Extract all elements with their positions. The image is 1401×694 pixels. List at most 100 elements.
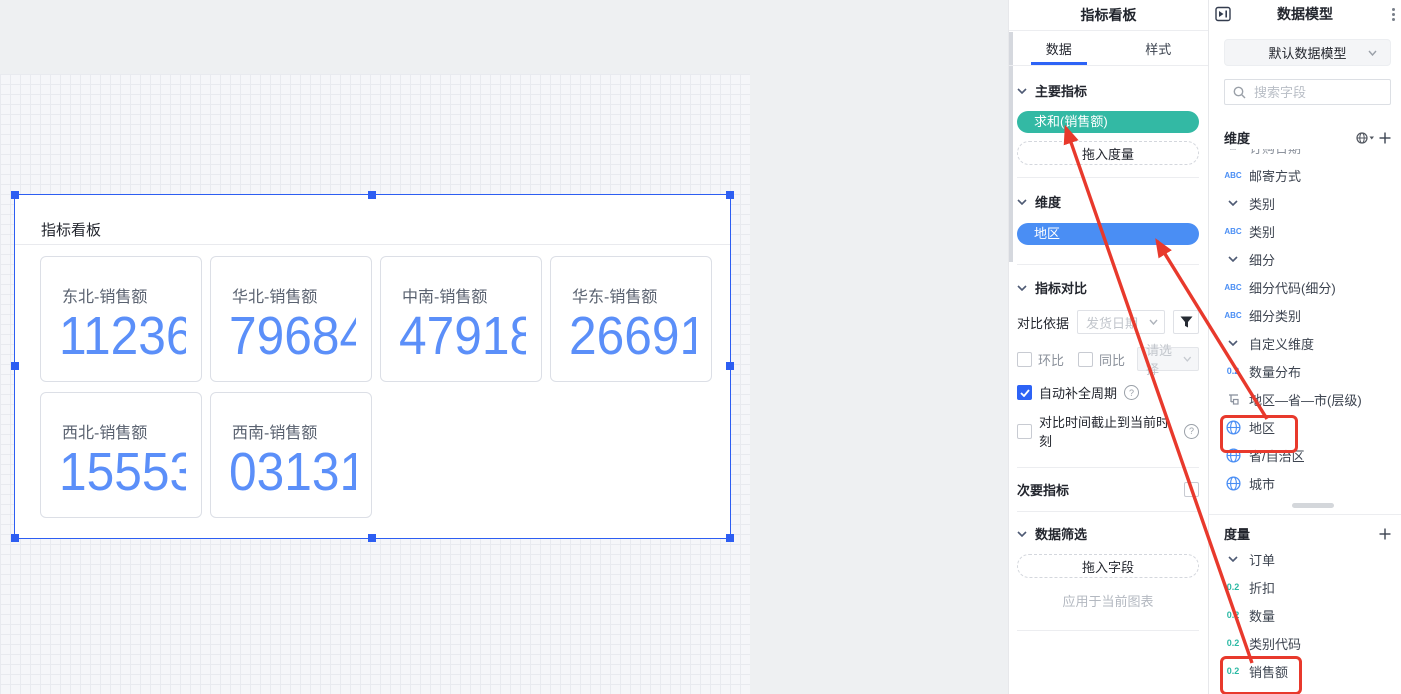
check-icon (1020, 389, 1030, 397)
field-label: 订购日期 (1249, 149, 1301, 157)
kpi-card[interactable]: 华东-销售额 26691 (550, 256, 712, 382)
primary-metric-pill[interactable]: 求和(销售额) (1017, 111, 1199, 133)
cutoff-label: 对比时间截止到当前时刻 (1039, 412, 1177, 450)
wow-checkbox[interactable] (1017, 352, 1032, 367)
tab-style[interactable]: 样式 (1109, 31, 1209, 65)
collapse-panel-icon[interactable] (1215, 6, 1231, 22)
compare-filter-button[interactable] (1173, 310, 1199, 334)
text-field-icon: ABC (1224, 311, 1242, 320)
settings-panel-title: 指标看板 (1009, 0, 1208, 31)
model-selector[interactable]: 默认数据模型 (1224, 39, 1391, 66)
field-group-row[interactable]: 类别 (1209, 189, 1401, 217)
kpi-card-value: 15553 (59, 445, 186, 497)
widget-title: 指标看板 (41, 219, 101, 240)
kpi-card-label: 华东-销售额 (572, 283, 657, 307)
measures-title: 度量 (1224, 524, 1250, 543)
resize-handle-ml[interactable] (11, 362, 19, 370)
kpi-card[interactable]: 西北-销售额 15553 (40, 392, 202, 518)
chevron-down-icon (1017, 285, 1027, 291)
chevron-down-icon (1368, 50, 1377, 56)
resize-handle-bm[interactable] (368, 534, 376, 542)
section-compare[interactable]: 指标对比 (1017, 278, 1199, 297)
period-select-placeholder: 请选择 (1146, 340, 1183, 378)
yoy-checkbox[interactable] (1078, 352, 1093, 367)
list-scrollbar[interactable] (1292, 503, 1334, 508)
chevron-down-icon (1183, 356, 1192, 362)
kpi-card[interactable]: 华北-销售额 79684 (210, 256, 372, 382)
resize-handle-tm[interactable] (368, 191, 376, 199)
compare-basis-select[interactable]: 发货日期 (1077, 310, 1165, 334)
text-field-icon: ABC (1224, 283, 1242, 292)
compare-basis-label: 对比依据 (1017, 313, 1069, 332)
field-search-input[interactable] (1252, 84, 1382, 101)
field-row[interactable]: 0.2 数量 (1209, 601, 1401, 629)
kpi-card-value: 11236 (59, 309, 186, 361)
annotation-box-region (1220, 415, 1298, 453)
auto-complete-label: 自动补全周期 (1039, 383, 1117, 402)
filter-scope-note: 应用于当前图表 (1017, 591, 1199, 610)
resize-handle-mr[interactable] (726, 362, 734, 370)
chevron-down-icon (1017, 88, 1027, 94)
field-row[interactable]: ABC 细分类别 (1209, 301, 1401, 329)
field-row[interactable]: 0.2 类别代码 (1209, 629, 1401, 657)
chevron-down-icon (1224, 340, 1242, 346)
chevron-down-icon (1224, 256, 1242, 262)
section-primary-metric[interactable]: 主要指标 (1017, 81, 1199, 100)
help-icon[interactable]: ? (1184, 424, 1199, 439)
kpi-card-label: 西北-销售额 (62, 419, 147, 443)
panel-scrollbar[interactable] (1009, 32, 1013, 262)
field-row[interactable]: ABC 邮寄方式 (1209, 161, 1401, 189)
field-row[interactable]: 地区—省—市(层级) (1209, 385, 1401, 413)
chevron-down-icon (1224, 556, 1242, 562)
resize-handle-tr[interactable] (726, 191, 734, 199)
dimensions-header: 维度 (1224, 128, 1391, 147)
kpi-card[interactable]: 中南-销售额 47918 (380, 256, 542, 382)
section-title: 数据筛选 (1035, 524, 1087, 543)
help-icon[interactable]: ? (1124, 385, 1139, 400)
field-label: 数量分布 (1249, 362, 1301, 381)
resize-handle-bl[interactable] (11, 534, 19, 542)
field-group-row[interactable]: 订单 (1209, 545, 1401, 573)
section-data-filter[interactable]: 数据筛选 (1017, 524, 1199, 543)
kpi-card[interactable]: 东北-销售额 11236 (40, 256, 202, 382)
model-selector-value: 默认数据模型 (1268, 43, 1346, 62)
field-row[interactable]: 城市 (1209, 469, 1401, 497)
auto-complete-checkbox[interactable] (1017, 385, 1032, 400)
field-search[interactable] (1224, 79, 1391, 105)
dimension-pill[interactable]: 地区 (1017, 223, 1199, 245)
add-dimension-icon[interactable] (1379, 132, 1391, 144)
field-label: 邮寄方式 (1249, 166, 1301, 185)
field-row[interactable]: ABC 类别 (1209, 217, 1401, 245)
field-row-clipped[interactable]: □ 订购日期 (1209, 149, 1401, 161)
dimensions-title: 维度 (1224, 128, 1250, 147)
drop-field-zone[interactable]: 拖入字段 (1017, 554, 1199, 578)
add-measure-icon[interactable] (1379, 528, 1391, 540)
field-row[interactable]: ABC 细分代码(细分) (1209, 273, 1401, 301)
period-select[interactable]: 请选择 (1137, 347, 1199, 371)
field-row[interactable]: 0.2 数量分布 (1209, 357, 1401, 385)
field-row[interactable]: 0.2 折扣 (1209, 573, 1401, 601)
app-window: 指标看板 东北-销售额 11236 华北-销售额 79684 中南-销售额 47… (0, 0, 1401, 694)
settings-tabs: 数据 样式 (1009, 31, 1208, 66)
resize-handle-tl[interactable] (11, 191, 19, 199)
more-menu-icon[interactable] (1392, 8, 1395, 21)
kpi-card[interactable]: 西南-销售额 03131 (210, 392, 372, 518)
secondary-metric-checkbox[interactable] (1184, 482, 1199, 497)
tab-data[interactable]: 数据 (1009, 31, 1109, 65)
measure-field-icon: 0.2 (1224, 610, 1242, 620)
kpi-card-value: 47918 (399, 309, 526, 361)
geo-role-icon[interactable] (1356, 132, 1375, 144)
kpi-card-label: 中南-销售额 (402, 283, 487, 307)
section-dimension[interactable]: 维度 (1017, 192, 1199, 211)
field-group-row[interactable]: 细分 (1209, 245, 1401, 273)
group-label: 细分 (1249, 250, 1275, 269)
resize-handle-br[interactable] (726, 534, 734, 542)
measure-field-icon: 0.2 (1224, 582, 1242, 592)
kpi-widget[interactable]: 指标看板 东北-销售额 11236 华北-销售额 79684 中南-销售额 47… (14, 194, 731, 539)
field-label: 城市 (1249, 474, 1275, 493)
drop-measure-zone[interactable]: 拖入度量 (1017, 141, 1199, 165)
hierarchy-field-icon (1224, 393, 1242, 405)
cutoff-checkbox[interactable] (1017, 424, 1032, 439)
field-group-row[interactable]: 自定义维度 (1209, 329, 1401, 357)
chart-settings-panel: 指标看板 数据 样式 主要指标 求和(销售额) 拖入度量 维度 地区 (1008, 0, 1208, 694)
